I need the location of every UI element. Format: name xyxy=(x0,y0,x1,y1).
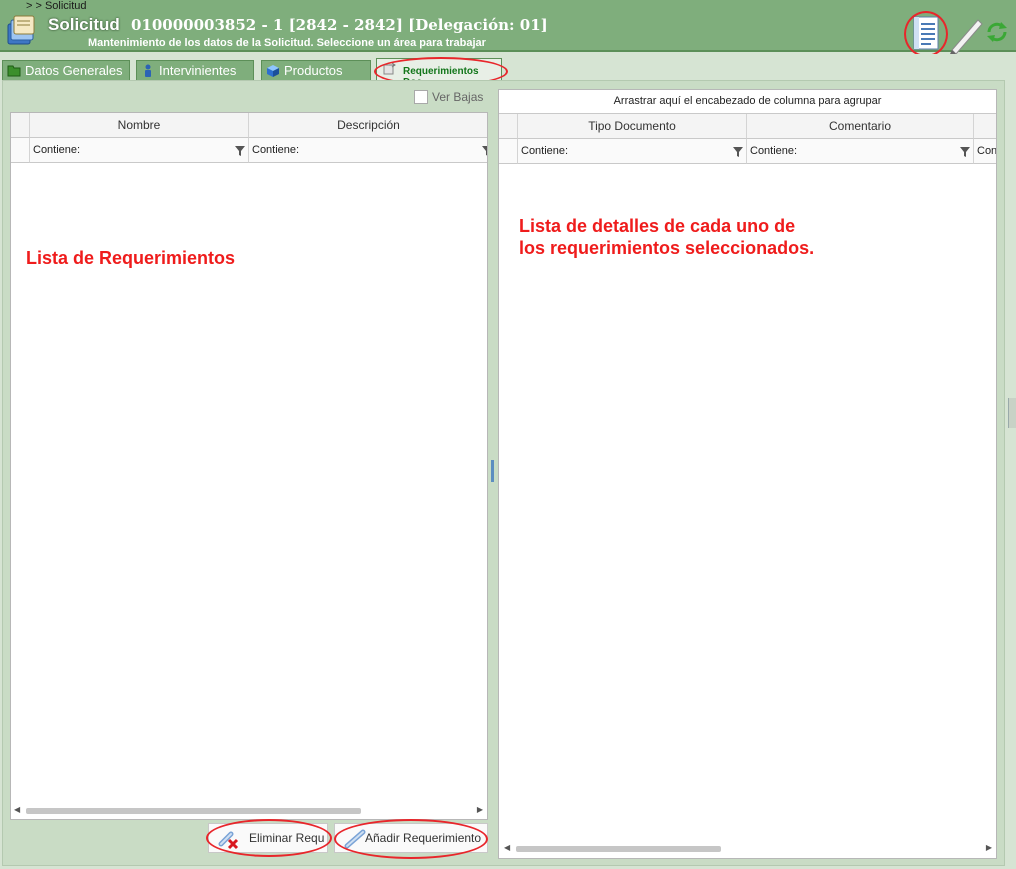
link-add-icon xyxy=(344,829,366,849)
tab-label: Datos Generales xyxy=(25,63,123,78)
filter-funnel-icon[interactable] xyxy=(733,147,743,157)
filter-cell-extra[interactable]: Con xyxy=(974,139,997,164)
filter-cell-tipo-documento[interactable]: Contiene: xyxy=(518,139,747,164)
filter-row-selector xyxy=(11,138,30,163)
filter-operator: Contiene: xyxy=(252,144,300,156)
tab-productos[interactable]: Productos xyxy=(261,60,371,80)
anadir-label: Añadir Requerimiento xyxy=(365,831,482,845)
ver-bajas-checkbox[interactable]: Ver Bajas xyxy=(414,90,483,104)
group-by-drop-area[interactable]: Arrastrar aquí el encabezado de columna … xyxy=(499,90,996,114)
filter-funnel-icon[interactable] xyxy=(482,146,488,156)
ver-bajas-label: Ver Bajas xyxy=(432,90,484,104)
filter-operator-partial: Con xyxy=(977,145,997,157)
refresh-icon[interactable] xyxy=(985,20,1009,44)
annotation-details-line2: los requerimientos seleccionados. xyxy=(519,238,815,258)
scroll-thumb[interactable] xyxy=(26,808,361,814)
column-header-comentario[interactable]: Comentario xyxy=(747,114,974,139)
tab-label: Productos xyxy=(284,63,343,78)
eliminar-label: Eliminar Requ xyxy=(249,831,325,845)
cube-icon xyxy=(267,65,279,77)
eliminar-requerimiento-button[interactable]: Eliminar Requ xyxy=(208,823,328,853)
column-header-tipo-documento[interactable]: Tipo Documento xyxy=(518,114,747,139)
scroll-thumb[interactable] xyxy=(516,846,721,852)
column-header-extra[interactable] xyxy=(974,114,996,139)
scroll-right-arrow[interactable]: ▶ xyxy=(986,843,992,852)
tab-intervinientes[interactable]: Intervinientes xyxy=(136,60,254,80)
edit-pencil-icon[interactable] xyxy=(948,16,984,56)
scroll-left-arrow[interactable]: ◀ xyxy=(14,805,20,814)
filter-operator: Contiene: xyxy=(750,145,798,157)
requirements-panel: Ver Bajas Nombre Descripción Contiene: C… xyxy=(8,86,490,859)
unlink-delete-icon xyxy=(218,831,239,850)
tab-bar: Datos Generales Intervinientes Productos… xyxy=(0,54,1016,88)
annotation-details-line1: Lista de detalles de cada uno de xyxy=(519,216,796,236)
page-title: Solicitud xyxy=(48,15,120,34)
header-bar: > > Solicitud Solicitud 010000003852 - 1… xyxy=(0,0,1016,57)
books-icon xyxy=(7,15,35,45)
scroll-left-arrow[interactable]: ◀ xyxy=(504,843,510,852)
requirements-grid: Nombre Descripción Contiene: Contiene: ◀… xyxy=(10,112,488,820)
filter-cell-descripcion[interactable]: Contiene: xyxy=(249,138,488,163)
filter-row-selector xyxy=(499,139,518,164)
column-header-descripcion[interactable]: Descripción xyxy=(249,113,487,138)
request-identifier: 010000003852 - 1 [2842 - 2842] [Delegaci… xyxy=(131,16,548,34)
filter-cell-comentario[interactable]: Contiene: xyxy=(747,139,974,164)
page-subtitle: Mantenimiento de los datos de la Solicit… xyxy=(88,37,486,49)
row-selector-header xyxy=(499,114,518,139)
filter-funnel-icon[interactable] xyxy=(960,147,970,157)
requirement-details-grid: Arrastrar aquí el encabezado de columna … xyxy=(498,89,997,859)
horizontal-scrollbar[interactable]: ◀ ▶ xyxy=(499,840,996,856)
checkbox-box[interactable] xyxy=(414,90,428,104)
filter-operator: Contiene: xyxy=(521,145,569,157)
anadir-requerimiento-button[interactable]: Añadir Requerimiento xyxy=(334,823,488,853)
person-icon xyxy=(145,64,151,77)
filter-operator: Contiene: xyxy=(33,144,81,156)
folder-icon xyxy=(7,65,21,77)
scroll-right-arrow[interactable]: ▶ xyxy=(477,805,483,814)
side-collapse-handle[interactable] xyxy=(1008,398,1016,428)
filter-cell-nombre[interactable]: Contiene: xyxy=(30,138,249,163)
column-header-nombre[interactable]: Nombre xyxy=(30,113,249,138)
splitter-handle[interactable] xyxy=(491,460,494,482)
document-arrow-icon xyxy=(383,62,396,75)
document-list-icon[interactable] xyxy=(907,14,943,54)
breadcrumb[interactable]: > > Solicitud xyxy=(26,0,87,12)
tab-datos-generales[interactable]: Datos Generales xyxy=(2,60,130,80)
horizontal-scrollbar[interactable]: ◀ ▶ xyxy=(11,802,487,818)
row-selector-header xyxy=(11,113,30,138)
annotation-requirements-list: Lista de Requerimientos xyxy=(26,248,236,268)
filter-funnel-icon[interactable] xyxy=(235,146,245,156)
tab-label: Intervinientes xyxy=(159,63,237,78)
tab-requerimientos-doc[interactable]: Requerimientos Doc xyxy=(376,58,502,88)
